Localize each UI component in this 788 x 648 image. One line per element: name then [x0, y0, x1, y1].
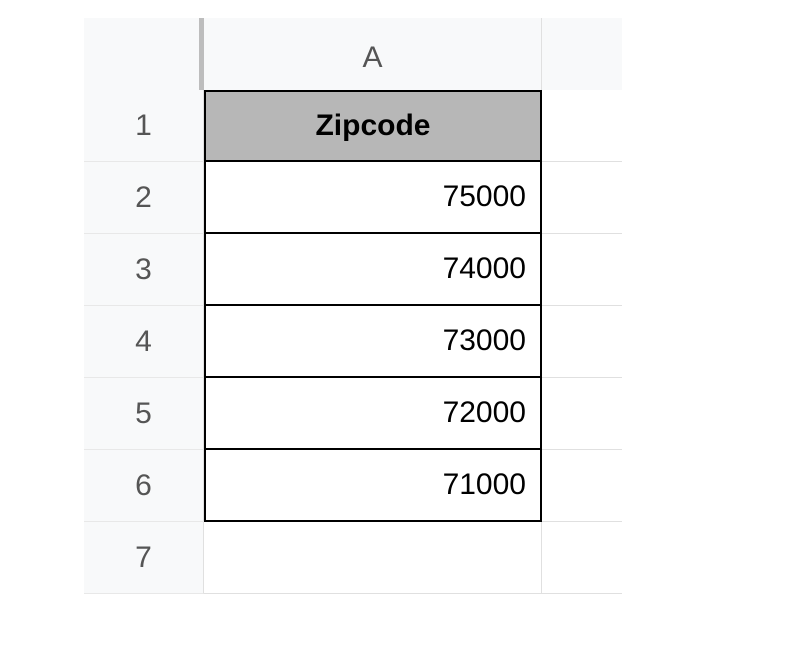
cell-B7[interactable] — [542, 522, 622, 594]
select-all-corner[interactable] — [84, 18, 204, 98]
cell-B4[interactable] — [542, 306, 622, 378]
cell-B3[interactable] — [542, 234, 622, 306]
row-header-6[interactable]: 6 — [84, 450, 204, 522]
cell-B6[interactable] — [542, 450, 622, 522]
row-header-7[interactable]: 7 — [84, 522, 204, 594]
row-header-4[interactable]: 4 — [84, 306, 204, 378]
column-header-B[interactable] — [542, 18, 622, 98]
row-header-1[interactable]: 1 — [84, 90, 204, 162]
spreadsheet[interactable]: A 1 Zipcode 2 75000 3 74000 4 73000 5 72… — [84, 18, 622, 594]
cell-B2[interactable] — [542, 162, 622, 234]
cell-B1[interactable] — [542, 90, 622, 162]
row-header-5[interactable]: 5 — [84, 378, 204, 450]
cell-B5[interactable] — [542, 378, 622, 450]
cell-A1[interactable]: Zipcode — [204, 90, 542, 162]
row-header-2[interactable]: 2 — [84, 162, 204, 234]
row-header-3[interactable]: 3 — [84, 234, 204, 306]
cell-A4[interactable]: 73000 — [204, 306, 542, 378]
column-header-A[interactable]: A — [204, 18, 542, 98]
cell-A2[interactable]: 75000 — [204, 162, 542, 234]
cell-A5[interactable]: 72000 — [204, 378, 542, 450]
cell-A6[interactable]: 71000 — [204, 450, 542, 522]
cell-A3[interactable]: 74000 — [204, 234, 542, 306]
cell-A7[interactable] — [204, 522, 542, 594]
